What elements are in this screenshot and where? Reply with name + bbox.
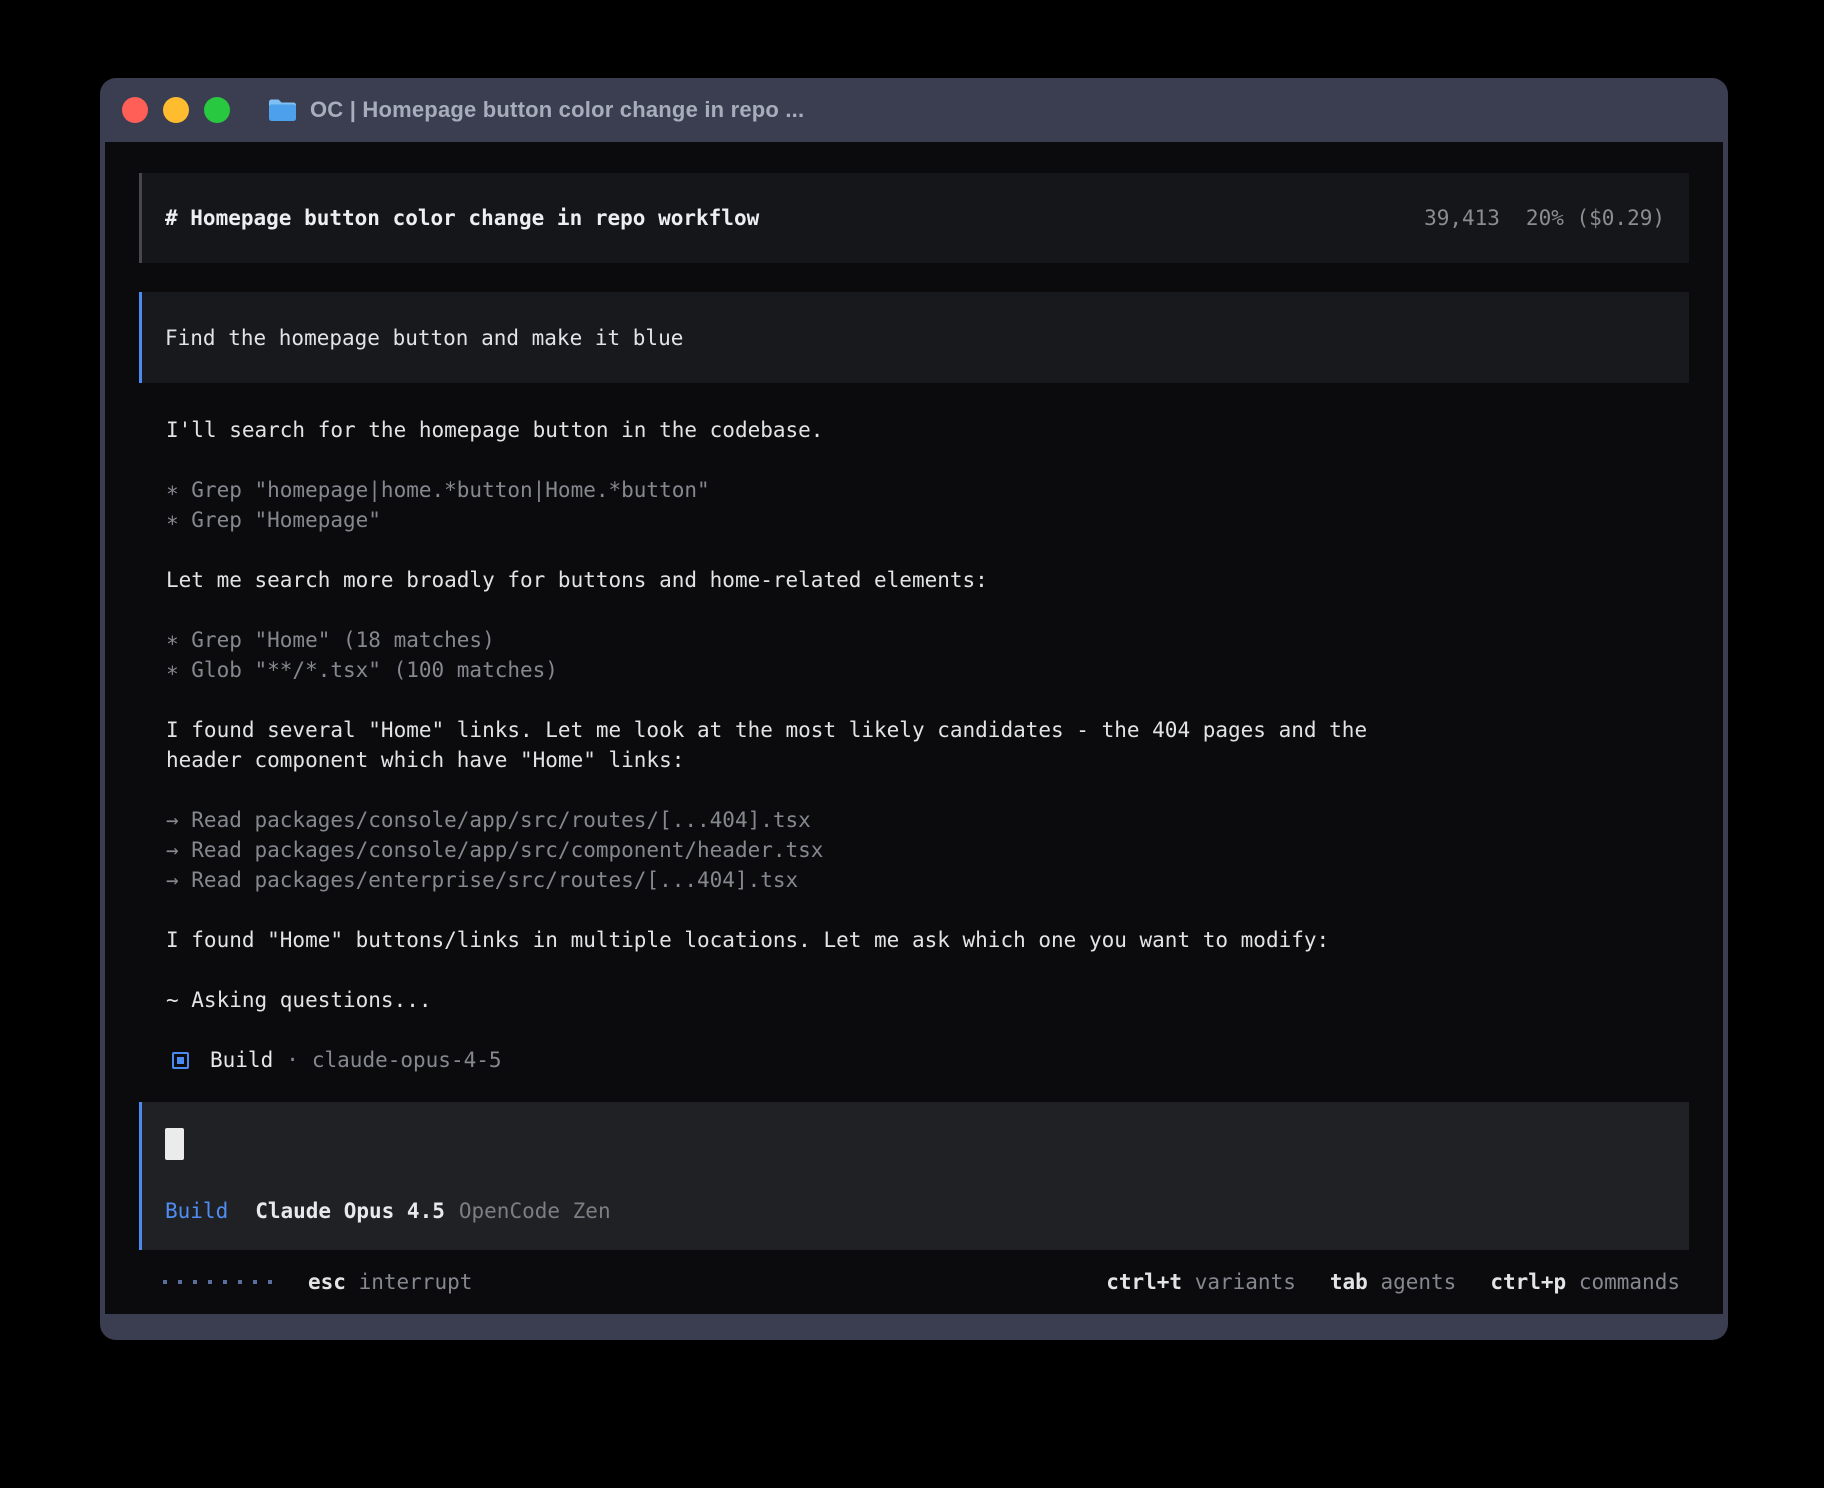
- assistant-paragraph: I'll search for the homepage button in t…: [166, 415, 1689, 445]
- tool-call-read: → Read packages/console/app/src/routes/[…: [166, 805, 1689, 835]
- hint-agents: tab agents: [1330, 1267, 1456, 1297]
- session-title: # Homepage button color change in repo w…: [165, 203, 759, 233]
- text-cursor: [165, 1128, 184, 1160]
- asking-status: ~ Asking questions...: [166, 985, 1689, 1015]
- hint-interrupt: esc interrupt: [308, 1267, 472, 1297]
- minimize-button[interactable]: [163, 97, 189, 123]
- model-line: Build Claude Opus 4.5 OpenCode Zen: [165, 1196, 1689, 1226]
- terminal-content: # Homepage button color change in repo w…: [105, 142, 1723, 1314]
- tool-call-read: → Read packages/enterprise/src/routes/[.…: [166, 865, 1689, 895]
- tool-call-grep: ∗ Grep "Home" (18 matches): [166, 625, 1689, 655]
- traffic-lights: [122, 97, 230, 123]
- tool-call-read: → Read packages/console/app/src/componen…: [166, 835, 1689, 865]
- window-title: OC | Homepage button color change in rep…: [310, 97, 804, 123]
- conversation: I'll search for the homepage button in t…: [166, 415, 1689, 1075]
- hint-variants: ctrl+t variants: [1106, 1267, 1296, 1297]
- session-header: # Homepage button color change in repo w…: [139, 173, 1689, 263]
- folder-icon: [267, 98, 298, 123]
- agent-build-icon: [172, 1052, 189, 1069]
- status-bar: esc interrupt ctrl+t variants tab agents…: [105, 1250, 1723, 1314]
- spinner-dots-icon: [163, 1280, 272, 1284]
- mode-label: Build: [165, 1196, 228, 1226]
- tool-call-grep: ∗ Grep "homepage|home.*button|Home.*butt…: [166, 475, 1689, 505]
- status-right: ctrl+t variants tab agents ctrl+p comman…: [1106, 1267, 1680, 1297]
- terminal-window: OC | Homepage button color change in rep…: [100, 78, 1728, 1340]
- agent-model: claude-opus-4-5: [312, 1045, 502, 1075]
- prompt-input[interactable]: Build Claude Opus 4.5 OpenCode Zen: [139, 1102, 1689, 1250]
- close-button[interactable]: [122, 97, 148, 123]
- zoom-button[interactable]: [204, 97, 230, 123]
- status-left: esc interrupt: [163, 1267, 472, 1297]
- agent-row: Build · claude-opus-4-5: [166, 1045, 1689, 1075]
- user-message: Find the homepage button and make it blu…: [139, 292, 1689, 383]
- model-name: Claude Opus 4.5: [255, 1196, 445, 1226]
- assistant-paragraph: I found "Home" buttons/links in multiple…: [166, 925, 1689, 955]
- assistant-paragraph: Let me search more broadly for buttons a…: [166, 565, 1689, 595]
- window-bottom-edge: [100, 1314, 1728, 1340]
- agent-name: Build: [210, 1045, 273, 1075]
- session-stats: 39,413 20% ($0.29): [1424, 203, 1665, 233]
- titlebar[interactable]: OC | Homepage button color change in rep…: [100, 78, 1728, 142]
- tool-call-grep: ∗ Grep "Homepage": [166, 505, 1689, 535]
- hint-commands: ctrl+p commands: [1490, 1267, 1680, 1297]
- provider-name: OpenCode Zen: [459, 1196, 611, 1226]
- context-cost: 20% ($0.29): [1526, 203, 1665, 233]
- assistant-paragraph: I found several "Home" links. Let me loo…: [166, 715, 1689, 745]
- user-message-text: Find the homepage button and make it blu…: [165, 323, 683, 353]
- tool-call-glob: ∗ Glob "**/*.tsx" (100 matches): [166, 655, 1689, 685]
- assistant-paragraph: header component which have "Home" links…: [166, 745, 1689, 775]
- agent-separator: ·: [286, 1045, 299, 1075]
- token-count: 39,413: [1424, 203, 1500, 233]
